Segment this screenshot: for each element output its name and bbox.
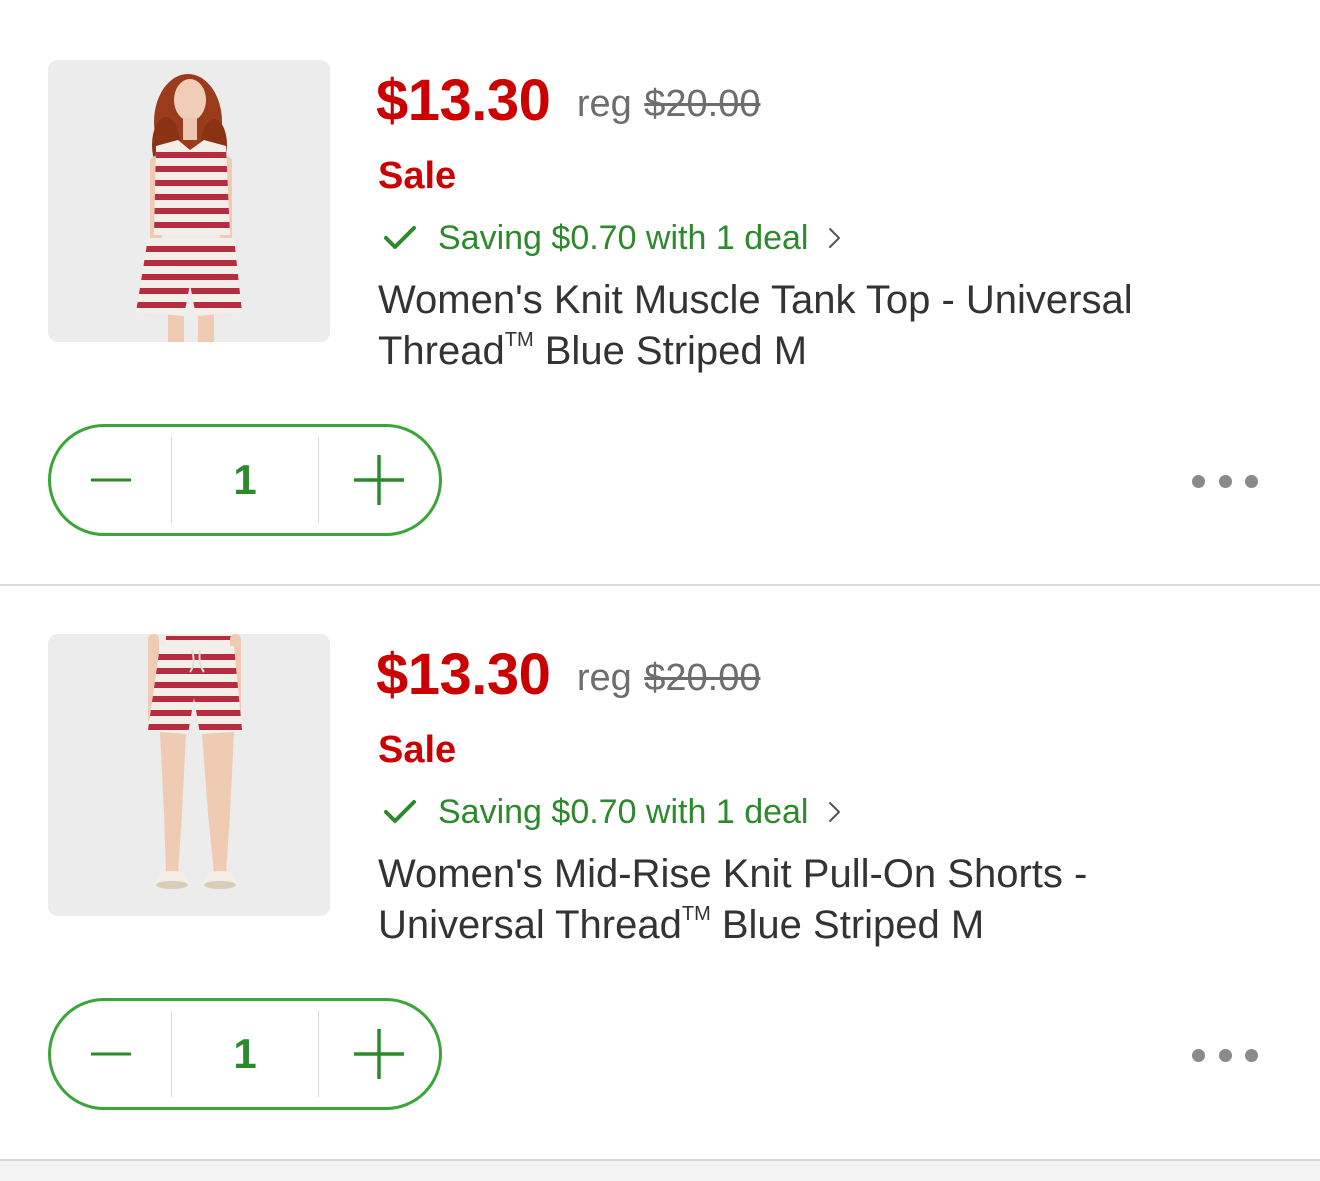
quantity-value[interactable]: 1 — [171, 437, 319, 523]
regular-price-label: reg — [576, 83, 632, 125]
more-options-button[interactable] — [1192, 1040, 1258, 1070]
product-title-line-2: ThreadTM Blue Striped M — [378, 326, 1238, 377]
chevron-right-icon — [829, 228, 841, 248]
more-options-button[interactable] — [1192, 466, 1258, 496]
trademark-symbol: TM — [681, 903, 711, 925]
regular-price: $20.00 — [644, 657, 761, 699]
price-row: $13.30 reg $20.00 — [376, 66, 760, 136]
product-title-variant: Blue Striped M — [533, 329, 808, 373]
product-image[interactable] — [48, 634, 330, 916]
regular-price-label: reg — [576, 657, 632, 699]
quantity-stepper: 1 — [48, 998, 442, 1110]
product-title-line-2: Universal ThreadTM Blue Striped M — [378, 900, 1238, 951]
product-title-variant: Blue Striped M — [710, 903, 985, 947]
plus-icon — [353, 1029, 404, 1079]
more-horizontal-icon — [1192, 1048, 1205, 1062]
deal-text: Saving $0.70 with 1 deal — [438, 792, 809, 831]
minus-icon — [91, 478, 132, 482]
regular-price: $20.00 — [644, 83, 761, 125]
product-title-brand: Thread — [378, 329, 505, 373]
product-title[interactable]: Women's Mid-Rise Knit Pull-On Shorts - U… — [378, 849, 1238, 951]
sale-badge: Sale — [378, 155, 457, 197]
more-horizontal-icon — [1192, 474, 1205, 488]
product-title[interactable]: Women's Knit Muscle Tank Top - Universal… — [378, 275, 1238, 377]
cart-item-list: $13.30 reg $20.00 Sale Saving $0.70 with… — [0, 0, 1320, 1181]
striped-shorts-photo — [48, 634, 330, 916]
increment-button[interactable] — [319, 1001, 439, 1107]
increment-button[interactable] — [319, 427, 439, 533]
cart-item: $13.30 reg $20.00 Sale Saving $0.70 with… — [0, 574, 1320, 1148]
deal-link[interactable]: Saving $0.70 with 1 deal — [380, 790, 846, 834]
sale-price: $13.30 — [376, 642, 551, 707]
product-image[interactable] — [48, 60, 330, 342]
decrement-button[interactable] — [51, 427, 171, 533]
minus-icon — [91, 1052, 132, 1056]
check-icon — [384, 226, 416, 249]
list-footer-divider — [0, 1159, 1320, 1181]
check-icon — [384, 800, 416, 823]
trademark-symbol: TM — [504, 329, 534, 351]
product-title-brand: Universal Thread — [378, 903, 682, 947]
cart-item: $13.30 reg $20.00 Sale Saving $0.70 with… — [0, 0, 1320, 574]
plus-icon — [353, 455, 404, 505]
striped-tank-top-photo — [48, 60, 330, 342]
sale-price: $13.30 — [376, 68, 551, 133]
chevron-right-icon — [829, 802, 841, 822]
decrement-button[interactable] — [51, 1001, 171, 1107]
product-title-line-1: Women's Knit Muscle Tank Top - Universal — [378, 278, 1133, 322]
quantity-stepper: 1 — [48, 424, 442, 536]
deal-link[interactable]: Saving $0.70 with 1 deal — [380, 216, 846, 260]
price-row: $13.30 reg $20.00 — [376, 640, 760, 710]
quantity-value[interactable]: 1 — [171, 1011, 319, 1097]
product-title-line-1: Women's Mid-Rise Knit Pull-On Shorts - — [378, 852, 1088, 896]
deal-text: Saving $0.70 with 1 deal — [438, 218, 809, 257]
sale-badge: Sale — [378, 729, 457, 771]
